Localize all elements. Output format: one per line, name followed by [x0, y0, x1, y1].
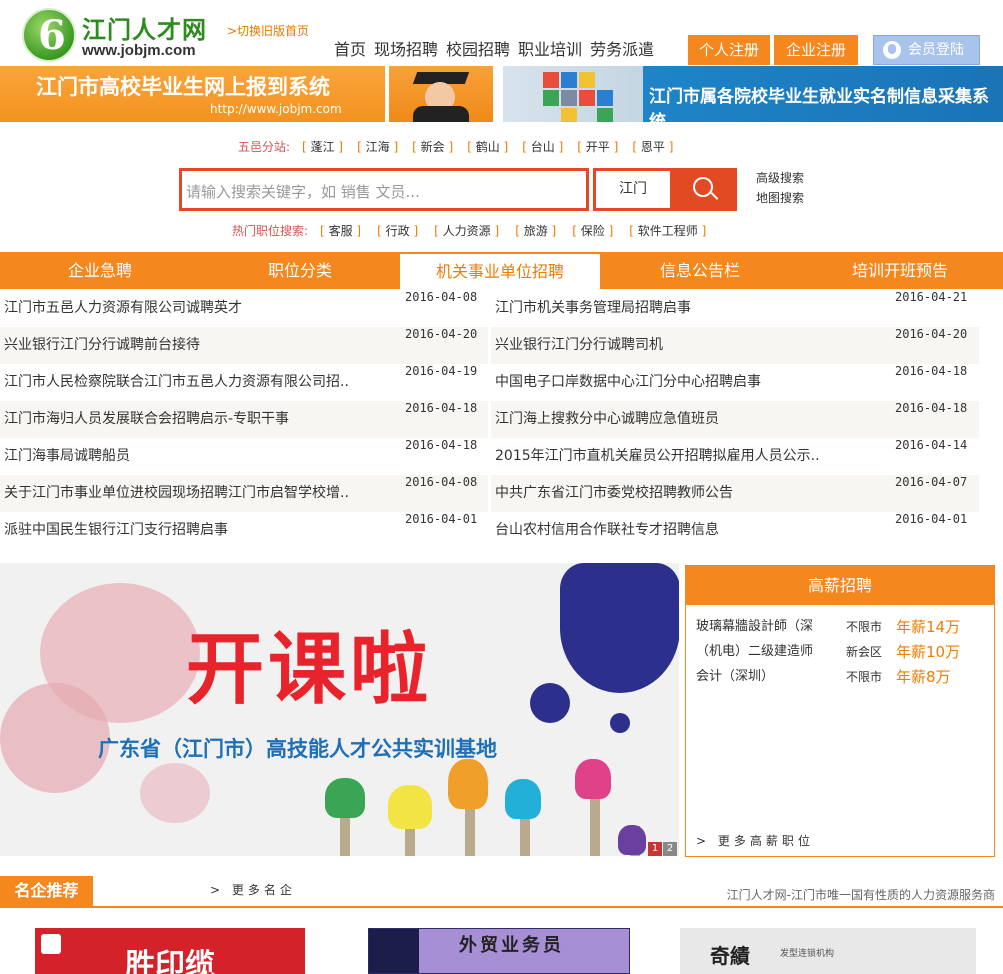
nav-home[interactable]: 首页 [334, 36, 366, 60]
company-logo[interactable]: 胜印缆 [35, 928, 305, 974]
hot-jobs: 热门职位搜索: [ 客服 ] [ 行政 ] [ 人力资源 ] [ 旅游 ] [ … [232, 222, 722, 239]
hot-jobs-label: 热门职位搜索: [232, 224, 309, 238]
high-salary-title: 高薪招聘 [686, 566, 994, 605]
high-salary-item[interactable]: 玻璃幕牆設計師（深 不限市 年薪14万 [696, 615, 986, 639]
branch-link[interactable]: [ 恩平 ] [632, 138, 673, 155]
nav-vocational-training[interactable]: 职业培训 [518, 36, 582, 60]
search-input[interactable]: 请输入搜索关键字，如 销售 文员... [179, 168, 589, 211]
graduate-illustration [389, 66, 493, 122]
hot-job-link[interactable]: [ 客服 ] [320, 222, 361, 239]
carousel-page-1[interactable]: 1 [648, 842, 662, 856]
site-logo[interactable]: 江门人才网 www.jobjm.com [22, 8, 222, 62]
city-select[interactable]: 江门 [593, 168, 673, 211]
company-logo[interactable]: 外贸业务员 [368, 928, 630, 974]
famous-companies-header: 名企推荐 > 更多名企 江门人才网-江门市唯一国有性质的人力资源服务商 [0, 876, 1003, 908]
search-bar: 请输入搜索关键字，如 销售 文员... 江门 [179, 168, 737, 211]
company-logo[interactable]: 奇績 发型连锁机构 [680, 928, 976, 974]
graduate-registration-url: http://www.jobjm.com [210, 102, 342, 116]
high-salary-item[interactable]: 会计（深圳） 不限市 年薪8万 [696, 665, 986, 689]
list-item[interactable]: 江门海上搜救分中心诚聘应急值班员 2016-04-18 [491, 401, 979, 438]
branch-link[interactable]: [ 蓬江 ] [302, 138, 343, 155]
more-high-salary-link[interactable]: > 更多高薪职位 [696, 832, 814, 849]
promo-carousel[interactable]: 开课啦 广东省（江门市）高技能人才公共实训基地 12 [0, 563, 679, 856]
switch-old-version-link[interactable]: >切换旧版首页 [227, 22, 309, 39]
list-item[interactable]: 江门海事局诚聘船员 2016-04-18 [0, 438, 488, 475]
branch-link[interactable]: [ 台山 ] [522, 138, 563, 155]
user-icon [883, 41, 901, 59]
tab-announcements[interactable]: 信息公告栏 [600, 252, 800, 289]
list-item[interactable]: 江门市海归人员发展联合会招聘启示-专职干事 2016-04-18 [0, 401, 488, 438]
list-item[interactable]: 2015年江门市直机关雇员公开招聘拟雇用人员公示.. 2016-04-14 [491, 438, 979, 475]
hot-job-link[interactable]: [ 保险 ] [572, 222, 613, 239]
search-links: 高级搜索 地图搜索 [756, 168, 804, 208]
list-item[interactable]: 江门市机关事务管理局招聘启事 2016-04-21 [491, 290, 979, 327]
site-header: 江门人才网 www.jobjm.com >切换旧版首页 首页 现场招聘 校园招聘… [0, 0, 1003, 66]
graduate-registration-banner[interactable]: 江门市高校毕业生网上报到系统 http://www.jobjm.com [0, 66, 385, 122]
high-salary-panel: 高薪招聘 玻璃幕牆設計師（深 不限市 年薪14万 （机电）二级建造师 新会区 年… [685, 565, 995, 857]
hot-job-link[interactable]: [ 旅游 ] [515, 222, 556, 239]
list-item[interactable]: 台山农村信用合作联社专才招聘信息 2016-04-01 [491, 512, 979, 549]
logo-icon [22, 8, 76, 62]
logo-url: www.jobjm.com [82, 42, 196, 59]
banner-strip: 江门市高校毕业生网上报到系统 http://www.jobjm.com 江门市属… [0, 66, 1003, 122]
member-login-label: 会员登陆 [908, 42, 964, 58]
list-item[interactable]: 江门市人民检察院联合江门市五邑人力资源有限公司招.. 2016-04-19 [0, 364, 488, 401]
company-mark-icon [41, 934, 61, 954]
tab-urgent-hiring[interactable]: 企业急聘 [0, 252, 200, 289]
list-item[interactable]: 中国电子口岸数据中心江门分中心招聘启事 2016-04-18 [491, 364, 979, 401]
tab-government-recruitment[interactable]: 机关事业单位招聘 [400, 254, 600, 289]
nav-campus-recruitment[interactable]: 校园招聘 [446, 36, 510, 60]
search-icon [693, 177, 713, 197]
branch-link[interactable]: [ 江海 ] [357, 138, 398, 155]
main-nav: 首页 现场招聘 校园招聘 职业培训 劳务派遣 [334, 36, 662, 60]
advanced-search-link[interactable]: 高级搜索 [756, 168, 804, 188]
famous-companies-label: 名企推荐 [0, 876, 93, 906]
tab-training-preview[interactable]: 培训开班预告 [800, 252, 1000, 289]
company-register-button[interactable]: 企业注册 [774, 35, 858, 65]
branch-link[interactable]: [ 新会 ] [412, 138, 453, 155]
list-item[interactable]: 兴业银行江门分行诚聘前台接待 2016-04-20 [0, 327, 488, 364]
site-slogan: 江门人才网-江门市唯一国有性质的人力资源服务商 [726, 888, 995, 902]
tab-job-categories[interactable]: 职位分类 [200, 252, 400, 289]
more-companies-link[interactable]: > 更多名企 [210, 881, 296, 898]
list-item[interactable]: 关于江门市事业单位进校园现场招聘江门市启智学校增.. 2016-04-08 [0, 475, 488, 512]
branch-sites: 五邑分站: [ 蓬江 ] [ 江海 ] [ 新会 ] [ 鹤山 ] [ 台山 ]… [238, 138, 687, 155]
nav-labor-dispatch[interactable]: 劳务派遣 [590, 36, 654, 60]
carousel-page-2[interactable]: 2 [663, 842, 677, 856]
branch-link[interactable]: [ 开平 ] [577, 138, 618, 155]
map-search-link[interactable]: 地图搜索 [756, 188, 804, 208]
list-item[interactable]: 派驻中国民生银行江门支行招聘启事 2016-04-01 [0, 512, 488, 549]
hot-job-link[interactable]: [ 软件工程师 ] [629, 222, 706, 239]
promo-subtitle: 广东省（江门市）高技能人才公共实训基地 [98, 737, 497, 761]
personal-register-button[interactable]: 个人注册 [688, 35, 770, 65]
graduate-registration-title: 江门市高校毕业生网上报到系统 [36, 75, 330, 99]
nav-onsite-recruitment[interactable]: 现场招聘 [374, 36, 438, 60]
graduate-info-system-title: 江门市属各院校毕业生就业实名制信息采集系统 [649, 87, 989, 122]
member-login-button[interactable]: 会员登陆 [873, 35, 980, 65]
branch-sites-label: 五邑分站: [238, 140, 291, 154]
high-salary-item[interactable]: （机电）二级建造师 新会区 年薪10万 [696, 640, 986, 664]
company-logos: 胜印缆 外贸业务员 奇績 发型连锁机构 [0, 910, 1003, 974]
promo-headline: 开课啦 [186, 625, 433, 715]
list-item[interactable]: 中共广东省江门市委党校招聘教师公告 2016-04-07 [491, 475, 979, 512]
hot-job-link[interactable]: [ 行政 ] [377, 222, 418, 239]
carousel-pager: 12 [647, 842, 679, 856]
search-button[interactable] [673, 168, 737, 211]
logo-title: 江门人才网 [82, 16, 207, 44]
list-item[interactable]: 江门市五邑人力资源有限公司诚聘英才 2016-04-08 [0, 290, 488, 327]
list-item[interactable]: 兴业银行江门分行诚聘司机 2016-04-20 [491, 327, 979, 364]
branch-link[interactable]: [ 鹤山 ] [467, 138, 508, 155]
graduate-info-system-banner[interactable]: 江门市属各院校毕业生就业实名制信息采集系统 [503, 66, 1003, 122]
hot-job-link[interactable]: [ 人力资源 ] [434, 222, 499, 239]
content-tabs: 企业急聘 职位分类 机关事业单位招聘 信息公告栏 培训开班预告 [0, 252, 1003, 289]
